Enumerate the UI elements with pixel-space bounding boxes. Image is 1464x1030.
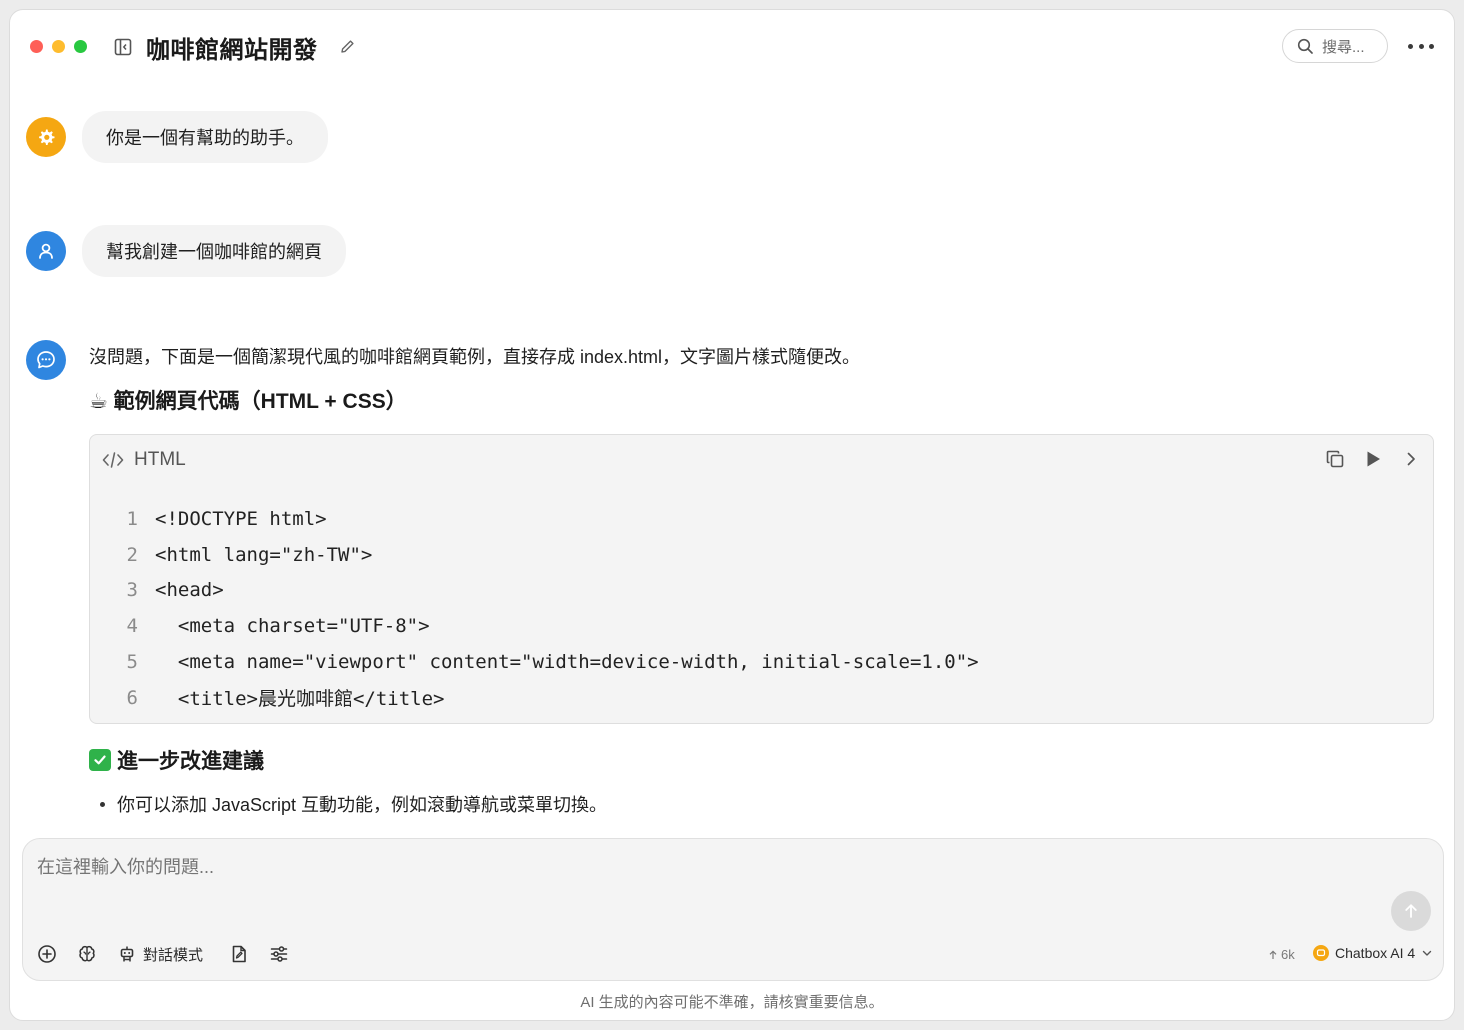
search-button[interactable]: 搜尋... [1282,29,1388,63]
assistant-avatar [26,340,66,380]
copy-icon[interactable] [1325,449,1345,469]
app-window: 咖啡館網站開發 搜尋... 你是一個有幫助的助手。 幫我創建一個咖啡館的網頁 沒… [9,9,1455,1021]
token-count-value: 6k [1281,947,1295,962]
code-language-label: HTML [134,449,186,470]
search-icon [1297,38,1313,54]
message-input[interactable] [37,857,1337,878]
model-selector[interactable]: Chatbox AI 4 [1313,945,1433,961]
code-text: <meta charset="UTF-8"> [155,615,430,638]
code-line: 6 <title>晨光咖啡館</title> [90,680,979,716]
chatbox-logo-icon [1313,945,1329,961]
sliders-icon [270,946,288,962]
line-number: 1 [126,507,138,530]
send-button[interactable] [1391,891,1431,931]
line-number: 2 [126,543,138,566]
code-block-header: HTML [102,449,186,471]
chat-bubble-icon [37,351,55,369]
token-count[interactable]: 6k [1268,947,1295,962]
chevron-down-icon [1422,950,1432,956]
code-line: 3 <head> [90,573,979,609]
window-controls [30,40,87,53]
maximize-window-button[interactable] [74,40,87,53]
line-number: 6 [126,686,138,709]
code-text: <meta name="viewport" content="width=dev… [155,651,979,674]
settings-button[interactable] [269,943,289,965]
code-icon [102,452,124,468]
code-text: <html lang="zh-TW"> [155,543,373,566]
chat-mode-button[interactable]: 對話模式 [117,943,203,965]
line-number: 5 [126,651,138,674]
play-icon[interactable] [1363,449,1383,469]
document-button[interactable] [229,943,249,965]
code-lines: 1 <!DOCTYPE html> 2 <html lang="zh-TW"> 3 <… [90,501,979,716]
user-message: 幫我創建一個咖啡館的網頁 [82,225,346,277]
gear-icon [39,129,55,145]
system-avatar [26,117,66,157]
code-text: <!DOCTYPE html> [155,507,327,530]
document-icon [232,945,246,963]
arrow-up-icon [1405,904,1417,918]
line-number: 3 [126,579,138,602]
code-line: 5 <meta name="viewport" content="width=d… [90,644,979,680]
plus-circle-icon [38,945,56,963]
bullet-dot [100,801,105,807]
message-composer: 對話模式 6k Chatbox AI 4 [22,838,1444,981]
chevron-right-icon[interactable] [1401,449,1421,469]
edit-icon[interactable] [339,38,356,55]
search-label: 搜尋... [1322,38,1365,56]
minimize-window-button[interactable] [52,40,65,53]
knowledge-button[interactable] [77,943,97,965]
code-block: HTML 1 <!DOCTYPE html> 2 <html lang="zh-TW… [89,434,1434,724]
list-item: 你可以添加 JavaScript 互動功能，例如滾動導航或菜單切換。 [100,791,607,817]
code-actions [1325,449,1421,469]
chat-mode-label: 對話模式 [143,946,204,964]
code-text: <head> [155,579,224,602]
title-bar: 咖啡館網站開發 搜尋... [10,10,1454,84]
line-number: 4 [126,615,138,638]
check-icon [89,749,111,771]
code-line: 2 <html lang="zh-TW"> [90,537,979,573]
improve-heading-text: 進一步改進建議 [117,750,264,773]
code-text: <title>晨光咖啡館</title> [155,688,445,711]
code-line: 4 <meta charset="UTF-8"> [90,608,979,644]
disclaimer-text: AI 生成的內容可能不準確，請核實重要信息。 [580,994,884,1011]
list-item-text: 你可以添加 JavaScript 互動功能，例如滾動導航或菜單切換。 [117,795,608,815]
improve-heading: 進一步改進建議 [89,745,264,775]
model-name: Chatbox AI 4 [1335,945,1416,961]
assistant-intro-text: 沒問題，下面是一個簡潔現代風的咖啡館網頁範例，直接存成 index.html，文… [89,347,861,367]
code-line: 1 <!DOCTYPE html> [90,501,979,537]
arrow-up-icon [1269,949,1277,959]
user-icon [39,243,53,259]
page-title: 咖啡館網站開發 [146,37,318,64]
sidebar-toggle-icon[interactable] [114,38,132,56]
user-avatar [26,231,66,271]
example-heading: ☕ 範例網頁代碼（HTML + CSS） [89,390,407,413]
brain-icon [79,945,95,962]
attach-button[interactable] [37,943,57,965]
close-window-button[interactable] [30,40,43,53]
robot-icon [120,946,134,962]
more-icon[interactable] [1408,36,1434,56]
system-message: 你是一個有幫助的助手。 [82,111,328,163]
